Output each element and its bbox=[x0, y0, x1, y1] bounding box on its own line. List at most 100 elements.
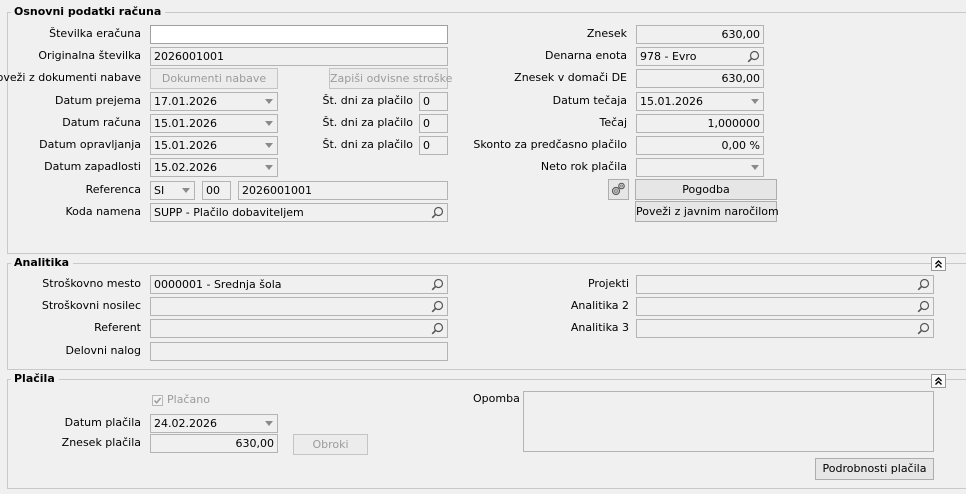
chevron-down-icon[interactable] bbox=[265, 121, 273, 126]
datum-placila-label: Datum plačila bbox=[64, 416, 141, 429]
analitika-title: Analitika bbox=[11, 256, 74, 270]
neto-rok-placila-combo[interactable] bbox=[636, 158, 764, 177]
chevron-down-icon[interactable] bbox=[265, 165, 273, 170]
search-icon[interactable] bbox=[917, 278, 930, 291]
stevilka-eracuna-input[interactable] bbox=[150, 25, 448, 44]
chevron-down-icon[interactable] bbox=[265, 143, 273, 148]
znesek-placila-field: 630,00 bbox=[150, 434, 278, 453]
pogodba-settings-button[interactable] bbox=[608, 179, 629, 200]
chevron-down-icon[interactable] bbox=[751, 99, 759, 104]
koda-namena-field[interactable]: SUPP - Plačilo dobaviteljem bbox=[150, 203, 448, 222]
znesek-domaci-field: 630,00 bbox=[636, 69, 764, 88]
chevron-down-icon[interactable] bbox=[182, 188, 190, 193]
delovni-nalog-field bbox=[150, 342, 448, 361]
znesek-domaci-label: Znesek v domači DE bbox=[514, 71, 627, 84]
double-chevron-up-icon bbox=[935, 260, 942, 268]
podrobnosti-placila-button[interactable]: Podrobnosti plačila bbox=[815, 458, 934, 480]
analitika-2-label: Analitika 2 bbox=[570, 299, 629, 312]
datum-tecaja-combo[interactable]: 15.01.2026 bbox=[636, 92, 764, 111]
st-dni-za-placilo-field-1: 0 bbox=[419, 92, 448, 111]
denarna-enota-field[interactable]: 978 - Evro bbox=[636, 47, 764, 66]
datum-opravljanja-label: Datum opravljanja bbox=[39, 138, 141, 151]
st-dni-za-placilo-label-3: Št. dni za plačilo bbox=[322, 138, 413, 151]
opomba-label: Opomba bbox=[473, 392, 520, 405]
obroki-button[interactable]: Obroki bbox=[293, 434, 368, 455]
denarna-enota-value: 978 - Evro bbox=[640, 50, 697, 63]
placila-title: Plačila bbox=[11, 372, 59, 386]
search-icon[interactable] bbox=[917, 300, 930, 313]
datum-racuna-value: 15.01.2026 bbox=[154, 117, 217, 130]
st-dni-za-placilo-field-3: 0 bbox=[419, 136, 448, 155]
referent-label: Referent bbox=[94, 321, 141, 334]
pogodba-button[interactable]: Pogodba bbox=[635, 179, 777, 200]
datum-zapadlosti-label: Datum zapadlosti bbox=[44, 160, 141, 173]
datum-racuna-label: Datum računa bbox=[62, 116, 141, 129]
stroskovni-nosilec-label: Stroškovni nosilec bbox=[41, 299, 141, 312]
povezi-javnim-narocilom-button[interactable]: Poveži z javnim naročilom bbox=[635, 201, 779, 222]
povezi-dokumenti-label: Poveži z dokumenti nabave bbox=[0, 71, 141, 84]
st-dni-za-placilo-field-2: 0 bbox=[419, 114, 448, 133]
gears-icon bbox=[611, 182, 625, 196]
datum-prejema-value: 17.01.2026 bbox=[154, 95, 217, 108]
neto-rok-placila-label: Neto rok plačila bbox=[540, 160, 627, 173]
delovni-nalog-label: Delovni nalog bbox=[65, 344, 141, 357]
stroskovno-mesto-field[interactable]: 0000001 - Srednja šola bbox=[150, 275, 448, 294]
datum-opravljanja-combo[interactable]: 15.01.2026 bbox=[150, 136, 278, 155]
koda-namena-value: SUPP - Plačilo dobaviteljem bbox=[154, 206, 304, 219]
chevron-down-icon[interactable] bbox=[265, 99, 273, 104]
analitika-3-label: Analitika 3 bbox=[570, 321, 629, 334]
placila-collapse-button[interactable] bbox=[931, 374, 946, 388]
search-icon[interactable] bbox=[431, 278, 444, 291]
tecaj-label: Tečaj bbox=[599, 116, 627, 129]
search-icon[interactable] bbox=[431, 300, 444, 313]
stroskovno-mesto-value: 0000001 - Srednja šola bbox=[154, 278, 282, 291]
datum-zapadlosti-value: 15.02.2026 bbox=[154, 161, 217, 174]
datum-tecaja-label: Datum tečaja bbox=[552, 94, 627, 107]
datum-prejema-combo[interactable]: 17.01.2026 bbox=[150, 92, 278, 111]
projekti-field[interactable] bbox=[636, 275, 934, 294]
stevilka-eracuna-label: Številka eračuna bbox=[49, 27, 141, 40]
search-icon[interactable] bbox=[431, 322, 444, 335]
search-icon[interactable] bbox=[917, 322, 930, 335]
datum-zapadlosti-combo[interactable]: 15.02.2026 bbox=[150, 158, 278, 177]
placano-label: Plačano bbox=[167, 393, 210, 406]
znesek-placila-label: Znesek plačila bbox=[61, 436, 141, 449]
chevron-down-icon[interactable] bbox=[265, 421, 273, 426]
referenca-model-combo[interactable]: SI bbox=[150, 181, 195, 200]
referent-field[interactable] bbox=[150, 319, 448, 338]
stroskovno-mesto-label: Stroškovno mesto bbox=[42, 277, 141, 290]
datum-racuna-combo[interactable]: 15.01.2026 bbox=[150, 114, 278, 133]
stroskovni-nosilec-field[interactable] bbox=[150, 297, 448, 316]
dokumenti-nabave-button[interactable]: Dokumenti nabave bbox=[150, 68, 278, 89]
skonto-field: 0,00 % bbox=[636, 136, 764, 155]
st-dni-za-placilo-label-2: Št. dni za plačilo bbox=[322, 116, 413, 129]
originalna-stevilka-field: 2026001001 bbox=[150, 47, 448, 66]
referenca-number-field: 2026001001 bbox=[238, 181, 448, 200]
datum-placila-combo[interactable]: 24.02.2026 bbox=[150, 414, 278, 433]
placano-checkbox[interactable] bbox=[152, 395, 163, 406]
analitika-collapse-button[interactable] bbox=[931, 257, 946, 271]
znesek-field: 630,00 bbox=[636, 25, 764, 44]
referenca-model-value: SI bbox=[154, 184, 165, 197]
search-icon[interactable] bbox=[431, 206, 444, 219]
denarna-enota-label: Denarna enota bbox=[544, 49, 627, 62]
projekti-label: Projekti bbox=[587, 277, 629, 290]
zapisi-odvisne-stroske-button[interactable]: Zapiši odvisne stroške bbox=[329, 68, 452, 89]
st-dni-za-placilo-label-1: Št. dni za plačilo bbox=[322, 94, 413, 107]
znesek-label: Znesek bbox=[586, 27, 627, 40]
analitika-3-field[interactable] bbox=[636, 319, 934, 338]
opomba-textarea[interactable] bbox=[523, 391, 934, 452]
chevron-down-icon[interactable] bbox=[751, 165, 759, 170]
skonto-label: Skonto za predčasno plačilo bbox=[473, 138, 627, 151]
datum-opravljanja-value: 15.01.2026 bbox=[154, 139, 217, 152]
referenca-label: Referenca bbox=[85, 183, 141, 196]
datum-prejema-label: Datum prejema bbox=[54, 94, 141, 107]
datum-tecaja-value: 15.01.2026 bbox=[640, 95, 703, 108]
referenca-code-field: 00 bbox=[202, 181, 231, 200]
analitika-2-field[interactable] bbox=[636, 297, 934, 316]
double-chevron-up-icon bbox=[935, 377, 942, 385]
checkmark-icon bbox=[153, 397, 162, 404]
search-icon[interactable] bbox=[747, 50, 760, 63]
osnovni-podatki-title: Osnovni podatki računa bbox=[11, 5, 166, 19]
koda-namena-label: Koda namena bbox=[65, 205, 141, 218]
